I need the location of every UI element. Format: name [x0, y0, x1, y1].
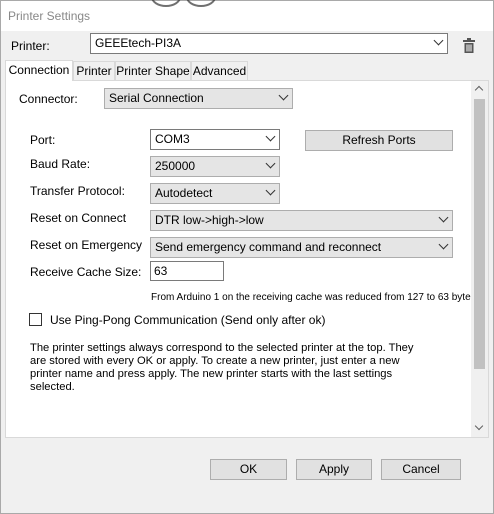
ping-pong-checkbox[interactable]: [29, 313, 42, 326]
reset-on-emergency-label: Reset on Emergency: [30, 238, 143, 252]
port-label: Port:: [30, 133, 56, 147]
window-title: Printer Settings: [8, 9, 91, 23]
info-text: The printer settings always correspond t…: [30, 342, 413, 394]
reset-on-connect-label: Reset on Connect: [30, 211, 127, 225]
connector-select-value: Serial Connection: [109, 91, 204, 105]
port-select-value: COM3: [155, 132, 190, 146]
tab-printer-shape[interactable]: Printer Shape: [115, 61, 191, 81]
baud-rate-select[interactable]: 250000: [150, 156, 280, 177]
chevron-down-icon: [438, 212, 449, 223]
tab-advanced[interactable]: Advanced: [191, 61, 248, 81]
printer-select-value: GEEEtech-PI3A: [95, 36, 182, 50]
chevron-up-icon[interactable]: [474, 85, 484, 95]
background-decoration: [151, 0, 181, 7]
printer-select[interactable]: GEEEtech-PI3A: [90, 33, 448, 54]
title-bar: Printer Settings: [1, 0, 493, 31]
background-decoration: [186, 0, 216, 7]
info-line: printer name and press apply. The new pr…: [30, 368, 393, 380]
baud-rate-label: Baud Rate:: [30, 157, 91, 171]
ok-button[interactable]: OK: [210, 459, 287, 480]
connector-select[interactable]: Serial Connection: [104, 88, 293, 109]
vertical-scrollbar[interactable]: [471, 81, 488, 437]
printer-label: Printer:: [11, 39, 50, 53]
cache-note: From Arduino 1 on the receiving cache wa…: [151, 292, 479, 303]
port-select[interactable]: COM3: [150, 129, 280, 150]
chevron-down-icon: [265, 158, 276, 169]
ping-pong-label: Use Ping-Pong Communication (Send only a…: [50, 313, 326, 327]
chevron-down-icon: [433, 35, 444, 46]
scrollbar-thumb[interactable]: [474, 99, 485, 369]
chevron-down-icon: [265, 131, 276, 142]
tab-printer[interactable]: Printer: [73, 61, 115, 81]
trash-icon[interactable]: [462, 38, 476, 54]
info-line: selected.: [30, 381, 75, 393]
chevron-down-icon: [265, 185, 276, 196]
printer-settings-window: Printer Settings Printer: GEEEtech-PI3A …: [0, 0, 494, 514]
cancel-button[interactable]: Cancel: [381, 459, 461, 480]
reset-on-emergency-select-value: Send emergency command and reconnect: [155, 240, 382, 254]
receive-cache-size-input[interactable]: 63: [150, 261, 224, 281]
receive-cache-size-label: Receive Cache Size:: [30, 265, 142, 279]
tab-connection[interactable]: Connection: [5, 60, 73, 81]
info-line: The printer settings always correspond t…: [30, 342, 414, 354]
transfer-protocol-select[interactable]: Autodetect: [150, 183, 280, 204]
reset-on-connect-select-value: DTR low->high->low: [155, 213, 264, 227]
chevron-down-icon[interactable]: [474, 421, 484, 431]
transfer-protocol-label: Transfer Protocol:: [30, 184, 125, 198]
chevron-down-icon: [438, 239, 449, 250]
baud-rate-select-value: 250000: [155, 159, 196, 173]
info-line: are stored with every OK or apply. To cr…: [30, 355, 400, 367]
transfer-protocol-select-value: Autodetect: [155, 186, 213, 200]
reset-on-connect-select[interactable]: DTR low->high->low: [150, 210, 453, 231]
connector-label: Connector:: [19, 92, 78, 106]
refresh-ports-button[interactable]: Refresh Ports: [305, 130, 453, 151]
chevron-down-icon: [278, 90, 289, 101]
apply-button[interactable]: Apply: [296, 459, 372, 480]
reset-on-emergency-select[interactable]: Send emergency command and reconnect: [150, 237, 453, 258]
